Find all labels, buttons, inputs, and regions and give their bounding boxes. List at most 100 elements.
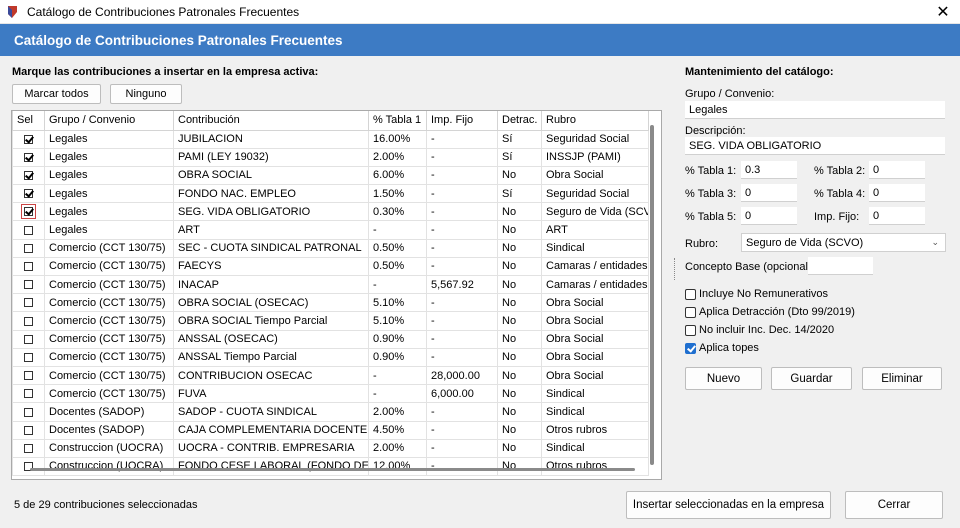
table-row[interactable]: Legales FONDO NAC. EMPLEO 1.50% - Sí Segurida… xyxy=(12,184,649,204)
row-select-cell[interactable] xyxy=(12,202,45,222)
row-checkbox[interactable] xyxy=(24,316,33,326)
row-checkbox[interactable] xyxy=(24,334,33,344)
row-select-cell[interactable] xyxy=(12,184,45,204)
table-row[interactable]: Comercio (CCT 130/75) ANSSAL (OSECAC) 0.90… xyxy=(12,329,649,349)
row-select-cell[interactable] xyxy=(12,402,45,422)
descripcion-input[interactable]: SEG. VIDA OBLIGATORIO xyxy=(685,137,945,155)
row-checkbox[interactable] xyxy=(21,204,36,220)
row-checkbox[interactable] xyxy=(24,152,33,162)
cell-contribucion: SEG. VIDA OBLIGATORIO xyxy=(173,202,369,222)
row-select-cell[interactable] xyxy=(12,238,45,258)
row-select-cell[interactable] xyxy=(12,456,45,477)
option-checkbox[interactable] xyxy=(685,306,696,318)
cell-rubro: Otros rubros xyxy=(541,420,649,440)
row-select-cell[interactable] xyxy=(12,274,45,295)
tabla5-input[interactable]: 0 xyxy=(741,207,797,225)
instruction-label: Marque las contribuciones a insertar en … xyxy=(12,66,319,78)
row-select-cell[interactable] xyxy=(12,347,45,367)
table-row[interactable]: Comercio (CCT 130/75) OBRA SOCIAL (OSECAC… xyxy=(12,293,649,313)
tabla4-input[interactable]: 0 xyxy=(869,184,925,202)
row-select-cell[interactable] xyxy=(12,256,45,277)
option-checkbox[interactable] xyxy=(685,324,696,336)
table-row[interactable]: Comercio (CCT 130/75) INACAP -5,567.92 No Ca… xyxy=(12,274,649,295)
table-row[interactable]: Comercio (CCT 130/75) FAECYS 0.50% - No Camar… xyxy=(12,256,649,277)
grupo-input[interactable]: Legales xyxy=(685,101,945,119)
tabla1-input[interactable]: 0.3 xyxy=(741,161,797,179)
none-button[interactable]: Ninguno xyxy=(110,84,182,104)
table-row[interactable]: Comercio (CCT 130/75) CONTRIBUCION OSECAC… xyxy=(12,365,649,386)
tabla2-input[interactable]: 0 xyxy=(869,161,925,179)
row-select-cell[interactable] xyxy=(12,384,45,404)
contributions-grid[interactable]: Sel Grupo / Convenio Contribución % Tabl… xyxy=(11,110,662,480)
row-checkbox[interactable] xyxy=(24,352,33,362)
column-header-grupo[interactable]: Grupo / Convenio xyxy=(44,111,174,131)
row-select-cell[interactable] xyxy=(12,147,45,167)
table-row[interactable]: Comercio (CCT 130/75) ANSSAL Tiempo Parci… xyxy=(12,347,649,367)
column-header-detrac[interactable]: Detrac. xyxy=(497,111,542,131)
table-row[interactable]: Docentes (SADOP) CAJA COMPLEMENTARIA DOCE… xyxy=(12,420,649,440)
row-checkbox[interactable] xyxy=(24,262,33,271)
row-checkbox[interactable] xyxy=(24,371,33,381)
column-header-tabla1[interactable]: % Tabla 1 xyxy=(368,111,427,131)
row-select-cell[interactable] xyxy=(12,329,45,349)
imp-fijo-input[interactable]: 0 xyxy=(869,207,925,225)
table-row[interactable]: Comercio (CCT 130/75) FUVA -6,000.00 No Sind… xyxy=(12,384,649,404)
option-checkbox[interactable] xyxy=(685,342,696,354)
table-row[interactable]: Construccion (UOCRA) UOCRA - CONTRIB. EMP… xyxy=(12,438,649,458)
cell-imp-fijo: - xyxy=(426,165,498,186)
row-checkbox[interactable] xyxy=(24,171,33,181)
column-header-sel[interactable]: Sel xyxy=(12,111,45,131)
cell-detrac: No xyxy=(497,347,542,367)
row-checkbox[interactable] xyxy=(24,225,33,235)
row-checkbox[interactable] xyxy=(24,189,33,199)
row-checkbox[interactable] xyxy=(24,280,33,290)
eliminar-button[interactable]: Eliminar xyxy=(862,367,942,390)
option-checkbox[interactable] xyxy=(685,288,696,300)
row-checkbox[interactable] xyxy=(24,298,33,308)
table-row[interactable]: Docentes (SADOP) SADOP - CUOTA SINDICAL 2.… xyxy=(12,402,649,422)
rubro-select[interactable]: Seguro de Vida (SCVO) ⌄ xyxy=(741,233,946,252)
table-row[interactable]: Construccion (UOCRA) FONDO CESE LABORAL (… xyxy=(12,456,649,477)
row-select-cell[interactable] xyxy=(12,365,45,386)
close-button[interactable]: Cerrar xyxy=(845,491,943,519)
vertical-scrollbar[interactable] xyxy=(650,125,654,465)
column-header-rubro[interactable]: Rubro xyxy=(541,111,649,131)
row-checkbox[interactable] xyxy=(24,243,33,253)
horizontal-scrollbar[interactable] xyxy=(30,468,635,471)
insert-selected-button[interactable]: Insertar seleccionadas en la empresa xyxy=(626,491,831,519)
option-checkbox-row[interactable]: Aplica topes xyxy=(685,342,759,354)
row-select-cell[interactable] xyxy=(12,438,45,458)
table-row[interactable]: Legales ART - - No ART xyxy=(12,220,649,240)
nuevo-button[interactable]: Nuevo xyxy=(685,367,762,390)
table-row[interactable]: Legales PAMI (LEY 19032) 2.00% - Sí INSSJP (P… xyxy=(12,147,649,167)
row-select-cell[interactable] xyxy=(12,311,45,331)
column-header-contribucion[interactable]: Contribución xyxy=(173,111,369,131)
option-checkbox-row[interactable]: Incluye No Remunerativos xyxy=(685,288,828,300)
table-row[interactable]: Comercio (CCT 130/75) SEC - CUOTA SINDICA… xyxy=(12,238,649,258)
column-header-imp-fijo[interactable]: Imp. Fijo xyxy=(426,111,498,131)
table-row[interactable]: Comercio (CCT 130/75) OBRA SOCIAL Tiempo … xyxy=(12,311,649,331)
row-select-cell[interactable] xyxy=(12,129,45,149)
row-select-cell[interactable] xyxy=(12,293,45,313)
cell-tabla1: 2.00% xyxy=(368,438,427,458)
row-select-cell[interactable] xyxy=(12,420,45,440)
concepto-base-input[interactable] xyxy=(808,257,873,275)
cell-imp-fijo: - xyxy=(426,293,498,313)
row-select-cell[interactable] xyxy=(12,165,45,186)
row-checkbox[interactable] xyxy=(24,134,33,144)
row-checkbox[interactable] xyxy=(24,443,33,453)
row-checkbox[interactable] xyxy=(24,389,33,399)
tabla3-input[interactable]: 0 xyxy=(741,184,797,202)
guardar-button[interactable]: Guardar xyxy=(771,367,852,390)
mark-all-button[interactable]: Marcar todos xyxy=(12,84,101,104)
row-select-cell[interactable] xyxy=(12,220,45,240)
option-checkbox-row[interactable]: No incluir Inc. Dec. 14/2020 xyxy=(685,324,834,336)
row-checkbox[interactable] xyxy=(24,425,33,435)
row-checkbox[interactable] xyxy=(24,407,33,417)
table-row[interactable]: Legales SEG. VIDA OBLIGATORIO 0.30% - No Segu… xyxy=(12,202,649,222)
option-checkbox-row[interactable]: Aplica Detracción (Dto 99/2019) xyxy=(685,306,855,318)
close-window-icon[interactable]: ✕ xyxy=(926,0,960,24)
cell-tabla1: 1.50% xyxy=(368,184,427,204)
table-row[interactable]: Legales JUBILACION 16.00% - Sí Seguridad Soci… xyxy=(12,129,649,149)
table-row[interactable]: Legales OBRA SOCIAL 6.00% - No Obra Social xyxy=(12,165,649,186)
